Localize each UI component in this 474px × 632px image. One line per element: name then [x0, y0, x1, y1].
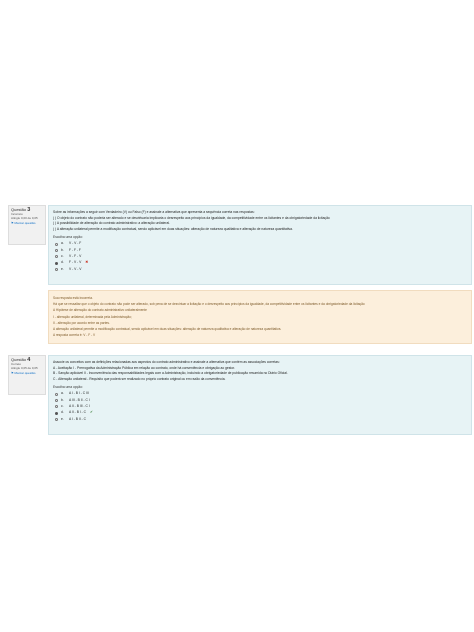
radio-button[interactable]	[55, 255, 58, 259]
statement: C - Alteração unilateral - Requisito que…	[53, 376, 226, 381]
radio-button[interactable]	[55, 248, 58, 252]
question-number-value: 3	[27, 207, 31, 213]
radio-button-selected[interactable]	[55, 261, 58, 265]
flag-icon: ⚑	[11, 370, 14, 375]
question-3-info: Questão 3 Incorreto Atingiu 0,00 de 0,05…	[8, 205, 46, 245]
option-text: F - F - F	[69, 247, 81, 252]
option-letter: a.	[61, 241, 64, 246]
answer-option-e[interactable]: e. A I - B II - C	[53, 416, 467, 422]
answer-option-e[interactable]: e. V - V - V	[53, 266, 467, 272]
option-letter: b.	[61, 247, 64, 252]
radio-button[interactable]	[55, 398, 58, 402]
radio-button[interactable]	[55, 392, 58, 396]
correct-answer-line: A resposta correta é: V - F - V	[53, 333, 96, 338]
statement: ( ) A alteração unilateral permite a mod…	[53, 226, 293, 231]
option-letter: e.	[61, 266, 64, 271]
option-letter: d.	[61, 410, 64, 415]
flag-question-label: Marcar questão	[14, 220, 36, 225]
option-text: V - V - V	[69, 266, 82, 271]
option-text: F - V - V	[69, 260, 82, 265]
option-text: V - V - F	[69, 241, 82, 246]
question-number-value: 4	[27, 357, 31, 363]
radio-button-selected[interactable]	[55, 411, 58, 415]
option-text: A II - B III - C I	[69, 403, 90, 408]
option-text: V - F - V	[69, 253, 82, 258]
option-letter: e.	[61, 416, 64, 421]
question-3-formulation: Sobre as informações a seguir com Verdad…	[48, 205, 472, 285]
option-letter: a.	[61, 391, 64, 396]
option-letter: d.	[61, 260, 64, 265]
radio-button[interactable]	[55, 417, 58, 421]
question-3-feedback: Sua resposta está incorreta. Há que se r…	[48, 290, 472, 344]
option-text: A I - B II - C	[69, 416, 87, 421]
correct-check-icon: ✔	[90, 410, 93, 415]
flag-question-label: Marcar questão	[14, 370, 36, 375]
flag-icon: ⚑	[11, 220, 14, 225]
option-text: A I - B I - C III	[69, 391, 89, 396]
question-4-formulation: Associe os conceitos com as definições r…	[48, 355, 472, 435]
question-4-info: Questão 4 Correto Atingiu 0,05 de 0,05 ⚑…	[8, 355, 46, 395]
option-letter: c.	[61, 403, 64, 408]
option-letter: b.	[61, 397, 64, 402]
radio-button[interactable]	[55, 242, 58, 246]
flag-question-link[interactable]: ⚑ Marcar questão	[11, 221, 43, 225]
option-text: A III - B II - C I	[69, 397, 90, 402]
flag-question-link[interactable]: ⚑ Marcar questão	[11, 371, 43, 375]
option-letter: c.	[61, 253, 64, 258]
option-text: A II - B I - C	[69, 410, 87, 415]
radio-button[interactable]	[55, 267, 58, 271]
radio-button[interactable]	[55, 405, 58, 409]
incorrect-icon: ✖	[85, 260, 89, 265]
